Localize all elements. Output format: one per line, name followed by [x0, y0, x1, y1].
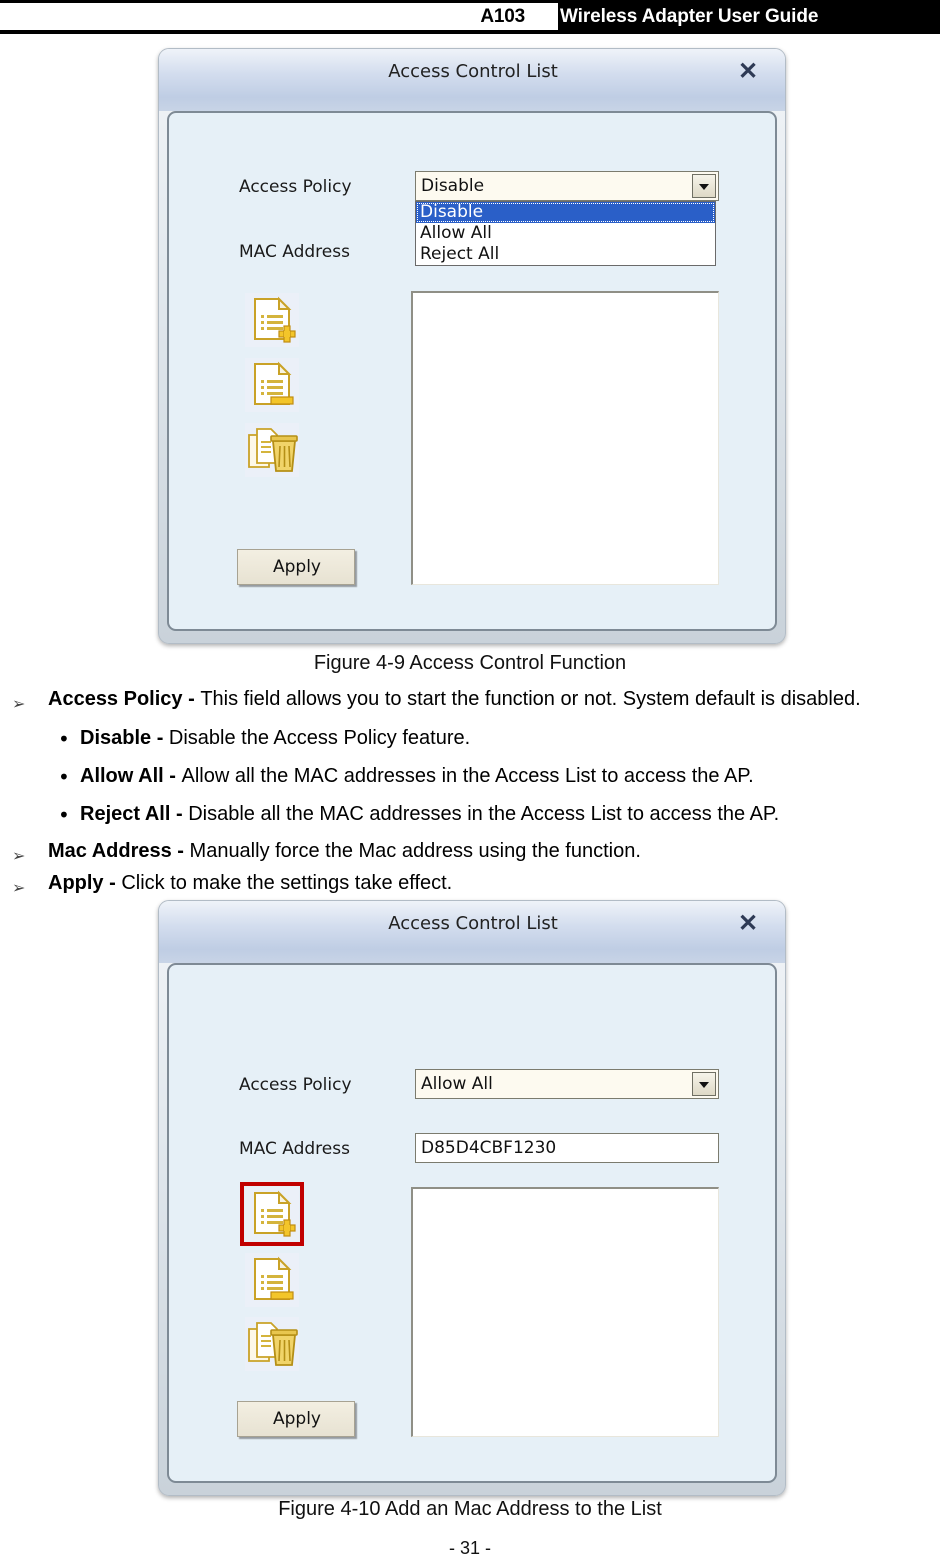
mac-address-value: D85D4CBF1230 — [421, 1138, 557, 1158]
description-text: Disable all the MAC addresses in the Acc… — [188, 803, 780, 825]
description-term: Mac Address - — [48, 840, 190, 862]
access-control-list-dialog-1: Access Control List ✕ Access Policy Disa… — [158, 48, 786, 644]
bullet-marker-dot: • — [58, 727, 70, 751]
access-policy-combobox[interactable]: Disable — [415, 171, 719, 201]
description-item-access-policy: Access Policy - This field allows you to… — [48, 688, 861, 711]
figure-2-caption: Figure 4-10 Add an Mac Address to the Li… — [278, 1498, 662, 1520]
access-control-list-dialog-2: Access Control List ✕ Access Policy Allo… — [158, 900, 786, 1496]
apply-button[interactable]: Apply — [237, 1401, 355, 1437]
dialog-titlebar: Access Control List ✕ — [159, 49, 785, 111]
dropdown-option-reject-all[interactable]: Reject All — [416, 244, 715, 265]
page-footer: - 31 - — [448, 1538, 491, 1558]
access-policy-label: Access Policy — [239, 177, 352, 197]
description-term: Allow All - — [80, 765, 182, 787]
header-white-gap — [530, 3, 558, 30]
access-list-listbox[interactable] — [411, 291, 719, 585]
remove-mac-address-icon[interactable] — [245, 1253, 299, 1307]
dropdown-option-disable[interactable]: Disable — [416, 202, 715, 223]
access-policy-dropdown-list[interactable]: Disable Allow All Reject All — [415, 201, 716, 266]
description-term: Disable - — [80, 727, 169, 749]
dialog-body: Access Policy Allow All MAC Address D85D… — [167, 963, 777, 1483]
description-item-mac-address: Mac Address - Manually force the Mac add… — [48, 840, 641, 863]
mac-address-label: MAC Address — [239, 1139, 350, 1159]
access-policy-value: Disable — [421, 176, 485, 196]
description-item-apply: Apply - Click to make the settings take … — [48, 872, 452, 895]
add-mac-address-icon[interactable] — [245, 293, 299, 347]
mac-address-label: MAC Address — [239, 242, 350, 262]
delete-all-mac-addresses-icon[interactable] — [245, 423, 299, 477]
dialog-titlebar: Access Control List ✕ — [159, 901, 785, 963]
description-text: Manually force the Mac address using the… — [189, 840, 641, 862]
header-model-number: A103 — [480, 6, 525, 27]
description-item-allow-all: Allow All - Allow all the MAC addresses … — [80, 765, 754, 788]
remove-mac-address-icon[interactable] — [245, 358, 299, 412]
dropdown-option-allow-all[interactable]: Allow All — [416, 223, 715, 244]
figure-1-caption: Figure 4-9 Access Control Function — [313, 652, 627, 674]
apply-button-label: Apply — [273, 1409, 321, 1429]
description-text: Click to make the settings take effect. — [121, 872, 453, 894]
description-text: This field allows you to start the funct… — [200, 688, 861, 710]
header-rule-bottom — [0, 30, 940, 34]
add-mac-address-icon[interactable] — [240, 1182, 304, 1246]
description-item-reject-all: Reject All - Disable all the MAC address… — [80, 803, 779, 826]
chevron-down-icon[interactable] — [692, 1072, 716, 1096]
header-guide-title: Wireless Adapter User Guide — [560, 6, 819, 27]
close-icon[interactable]: ✕ — [733, 910, 763, 938]
bullet-marker-dot: • — [58, 765, 70, 789]
close-icon[interactable]: ✕ — [733, 58, 763, 86]
access-policy-label: Access Policy — [239, 1075, 352, 1095]
bullet-marker-arrow: ➢ — [12, 846, 26, 865]
mac-address-input[interactable]: D85D4CBF1230 — [415, 1133, 719, 1163]
chevron-down-icon[interactable] — [692, 174, 716, 198]
access-list-listbox[interactable] — [411, 1187, 719, 1437]
description-item-disable: Disable - Disable the Access Policy feat… — [80, 727, 470, 750]
bullet-marker-arrow: ➢ — [12, 694, 26, 713]
page-header: A103 Wireless Adapter User Guide — [0, 0, 940, 34]
dialog-body: Access Policy Disable Disable Allow All … — [167, 111, 777, 631]
delete-all-mac-addresses-icon[interactable] — [245, 1317, 299, 1371]
access-policy-value: Allow All — [421, 1074, 493, 1094]
apply-button-label: Apply — [273, 557, 321, 577]
dialog-title: Access Control List — [388, 61, 558, 82]
description-term: Apply - — [48, 872, 122, 894]
description-term: Access Policy - — [48, 688, 201, 710]
bullet-marker-dot: • — [58, 803, 70, 827]
description-text: Disable the Access Policy feature. — [168, 727, 471, 749]
apply-button[interactable]: Apply — [237, 549, 355, 585]
description-text: Allow all the MAC addresses in the Acces… — [181, 765, 754, 787]
bullet-marker-arrow: ➢ — [12, 878, 26, 897]
description-term: Reject All - — [80, 803, 189, 825]
access-policy-combobox[interactable]: Allow All — [415, 1069, 719, 1099]
dialog-title: Access Control List — [388, 913, 558, 934]
